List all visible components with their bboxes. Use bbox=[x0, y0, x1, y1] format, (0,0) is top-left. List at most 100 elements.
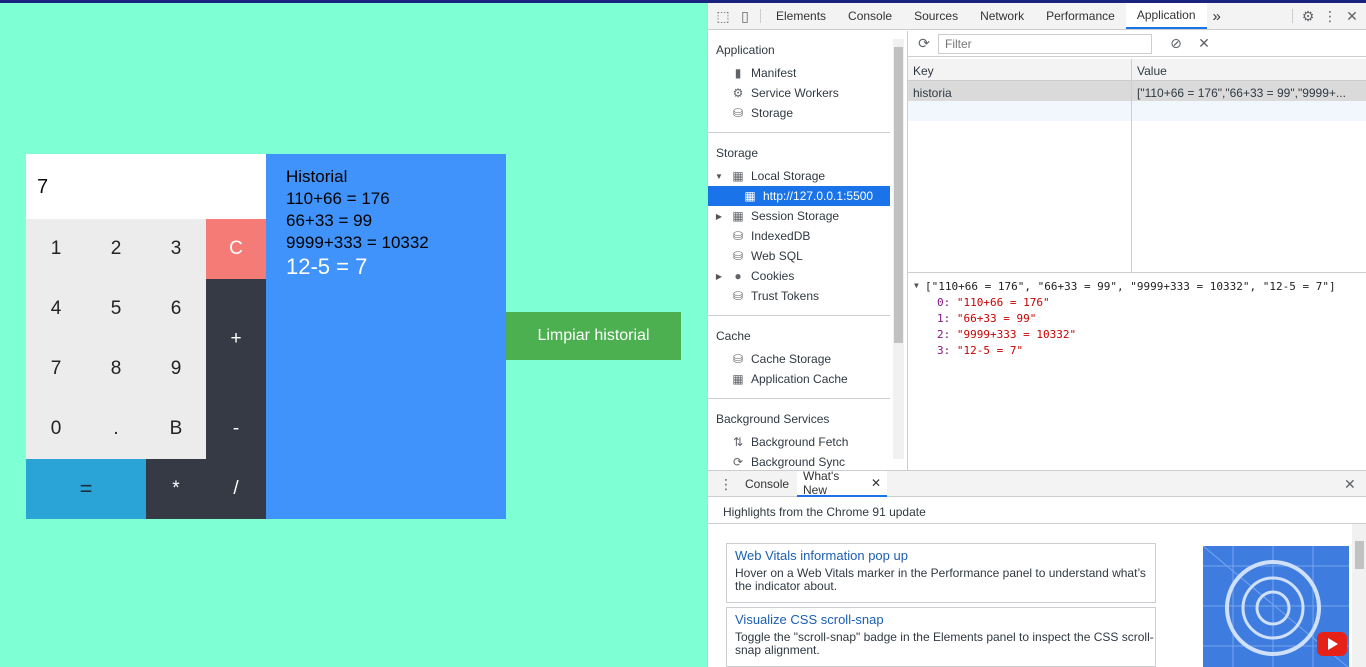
sidebar-item-application-cache[interactable]: ▦ Application Cache bbox=[708, 369, 890, 389]
column-divider[interactable] bbox=[1131, 59, 1132, 273]
sidebar-item-session-storage[interactable]: ▶ ▦ Session Storage bbox=[708, 206, 890, 226]
toolbar-divider bbox=[760, 9, 761, 23]
key-8[interactable]: 8 bbox=[86, 339, 146, 399]
tab-console[interactable]: Console bbox=[837, 3, 903, 29]
key-2[interactable]: 2 bbox=[86, 219, 146, 279]
sidebar-item-background-sync[interactable]: ⟳ Background Sync bbox=[708, 452, 890, 470]
row-key-cell[interactable]: historia bbox=[913, 86, 952, 100]
database-icon: ⛁ bbox=[732, 106, 744, 120]
sidebar-item-background-fetch[interactable]: ⇅ Background Fetch bbox=[708, 432, 890, 452]
equals-button[interactable]: = bbox=[26, 459, 146, 519]
sidebar-item-manifest[interactable]: ▮ Manifest bbox=[708, 63, 890, 83]
array-entry: 3: "12-5 = 7" bbox=[937, 344, 1024, 357]
key-5[interactable]: 5 bbox=[86, 279, 146, 339]
sidebar-item-trust-tokens[interactable]: ⛁ Trust Tokens bbox=[708, 286, 890, 306]
close-tab-icon[interactable]: ✕ bbox=[871, 476, 881, 490]
devtools-drawer: ⋮ Console What's New ✕ ✕ Highlights from … bbox=[708, 469, 1366, 667]
sidebar-divider bbox=[708, 132, 890, 133]
clear-button[interactable]: C bbox=[206, 219, 266, 279]
drawer-tab-console[interactable]: Console bbox=[745, 471, 789, 497]
sidebar-item-storage[interactable]: ⛁ Storage bbox=[708, 103, 890, 123]
chrome-logo-graphic bbox=[1203, 546, 1349, 667]
database-icon: ⛁ bbox=[732, 249, 744, 263]
settings-gear-icon[interactable]: ⚙ bbox=[1297, 3, 1319, 29]
sidebar-item-cache-storage[interactable]: ⛁ Cache Storage bbox=[708, 349, 890, 369]
sidebar-item-local-storage[interactable]: ▼ ▦ Local Storage bbox=[708, 166, 890, 186]
collapsed-arrow-icon: ▶ bbox=[715, 211, 723, 221]
key-7[interactable]: 7 bbox=[26, 339, 86, 399]
devtools-panel: ⬚ ▯ Elements Console Sources Network Per… bbox=[707, 3, 1366, 667]
clear-history-button[interactable]: Limpiar historial bbox=[506, 312, 681, 360]
delete-selected-icon[interactable]: ✕ bbox=[1190, 35, 1218, 52]
more-options-icon[interactable]: ⋮ bbox=[1319, 3, 1341, 29]
devtools-toolbar: ⬚ ▯ Elements Console Sources Network Per… bbox=[708, 3, 1366, 30]
sidebar-item-localhost-origin[interactable]: ▦ http://127.0.0.1:5500 bbox=[708, 186, 890, 206]
sidebar-header-storage: Storage bbox=[716, 146, 759, 160]
close-devtools-icon[interactable]: ✕ bbox=[1341, 3, 1363, 29]
whats-new-card[interactable]: Visualize CSS scroll-snap Toggle the "sc… bbox=[726, 607, 1156, 667]
tab-performance[interactable]: Performance bbox=[1035, 3, 1126, 29]
clear-all-icon[interactable]: ⊘ bbox=[1162, 35, 1190, 52]
calculator-display: 7 bbox=[26, 154, 266, 219]
sidebar-header-background-services: Background Services bbox=[716, 412, 830, 426]
minus-button[interactable]: - bbox=[206, 399, 266, 459]
plus-button[interactable]: + bbox=[206, 279, 266, 399]
refresh-icon[interactable]: ⟳ bbox=[910, 35, 938, 52]
tab-elements[interactable]: Elements bbox=[765, 3, 837, 29]
card-description: Toggle the "scroll-snap" badge in the El… bbox=[735, 630, 1154, 657]
sidebar-divider bbox=[708, 398, 890, 399]
database-icon: ⛁ bbox=[732, 229, 744, 243]
drawer-tab-whats-new[interactable]: What's New ✕ bbox=[797, 469, 887, 497]
divide-button[interactable]: / bbox=[206, 459, 266, 519]
database-icon: ⛁ bbox=[732, 352, 744, 366]
sidebar-item-web-sql[interactable]: ⛁ Web SQL bbox=[708, 246, 890, 266]
grid-icon: ▦ bbox=[744, 189, 756, 203]
key-0[interactable]: 0 bbox=[26, 399, 86, 459]
backspace-button[interactable]: B bbox=[146, 399, 206, 459]
sidebar-header-cache: Cache bbox=[716, 329, 751, 343]
key-6[interactable]: 6 bbox=[146, 279, 206, 339]
page-viewport: 7 1 2 3 C 4 5 6 + 7 8 9 0 . B - = * / Hi… bbox=[0, 3, 707, 667]
drawer-tab-bar: ⋮ Console What's New ✕ ✕ bbox=[708, 469, 1366, 497]
inspect-element-icon[interactable]: ⬚ bbox=[712, 3, 734, 29]
tab-network[interactable]: Network bbox=[969, 3, 1035, 29]
array-entry: 1: "66+33 = 99" bbox=[937, 312, 1037, 325]
key-9[interactable]: 9 bbox=[146, 339, 206, 399]
device-toolbar-icon[interactable]: ▯ bbox=[734, 3, 756, 29]
gear-icon: ⚙ bbox=[732, 86, 744, 100]
more-tabs-button[interactable]: » bbox=[1207, 3, 1227, 29]
card-title[interactable]: Visualize CSS scroll-snap bbox=[735, 612, 1155, 628]
card-title[interactable]: Web Vitals information pop up bbox=[735, 548, 1155, 564]
key-1[interactable]: 1 bbox=[26, 219, 86, 279]
tab-application[interactable]: Application bbox=[1125, 3, 1207, 29]
sidebar-scrollbar[interactable] bbox=[893, 39, 904, 459]
key-4[interactable]: 4 bbox=[26, 279, 86, 339]
scrollbar-thumb[interactable] bbox=[1355, 541, 1364, 569]
expanded-arrow-icon[interactable]: ▼ bbox=[914, 281, 919, 290]
storage-toolbar: ⟳ ⊘ ✕ bbox=[908, 31, 1366, 57]
column-header-key[interactable]: Key bbox=[913, 64, 934, 78]
scrollbar-thumb[interactable] bbox=[894, 47, 903, 343]
column-header-value[interactable]: Value bbox=[1137, 64, 1167, 78]
multiply-button[interactable]: * bbox=[146, 459, 206, 519]
sidebar-item-cookies[interactable]: ▶ ● Cookies bbox=[708, 266, 890, 286]
close-drawer-icon[interactable]: ✕ bbox=[1344, 471, 1356, 497]
cookie-icon: ● bbox=[734, 269, 742, 283]
history-panel: Historial 110+66 = 176 66+33 = 99 9999+3… bbox=[266, 154, 506, 519]
sync-icon: ⟳ bbox=[732, 455, 744, 469]
drawer-menu-icon[interactable]: ⋮ bbox=[719, 471, 733, 497]
sidebar-item-indexeddb[interactable]: ⛁ IndexedDB bbox=[708, 226, 890, 246]
sidebar-item-service-workers[interactable]: ⚙ Service Workers bbox=[708, 83, 890, 103]
tab-sources[interactable]: Sources bbox=[903, 3, 969, 29]
whats-new-video-thumbnail[interactable] bbox=[1203, 546, 1349, 667]
filter-input[interactable] bbox=[938, 33, 1152, 54]
collapsed-arrow-icon: ▶ bbox=[715, 271, 723, 281]
database-icon: ⛁ bbox=[732, 289, 744, 303]
sidebar-divider bbox=[708, 315, 890, 316]
decimal-button[interactable]: . bbox=[86, 399, 146, 459]
whats-new-card[interactable]: Web Vitals information pop up Hover on a… bbox=[726, 543, 1156, 603]
drawer-scrollbar[interactable] bbox=[1352, 524, 1366, 667]
grid-icon: ▦ bbox=[732, 169, 744, 183]
row-value-cell[interactable]: ["110+66 = 176","66+33 = 99","9999+... bbox=[1137, 86, 1363, 100]
key-3[interactable]: 3 bbox=[146, 219, 206, 279]
